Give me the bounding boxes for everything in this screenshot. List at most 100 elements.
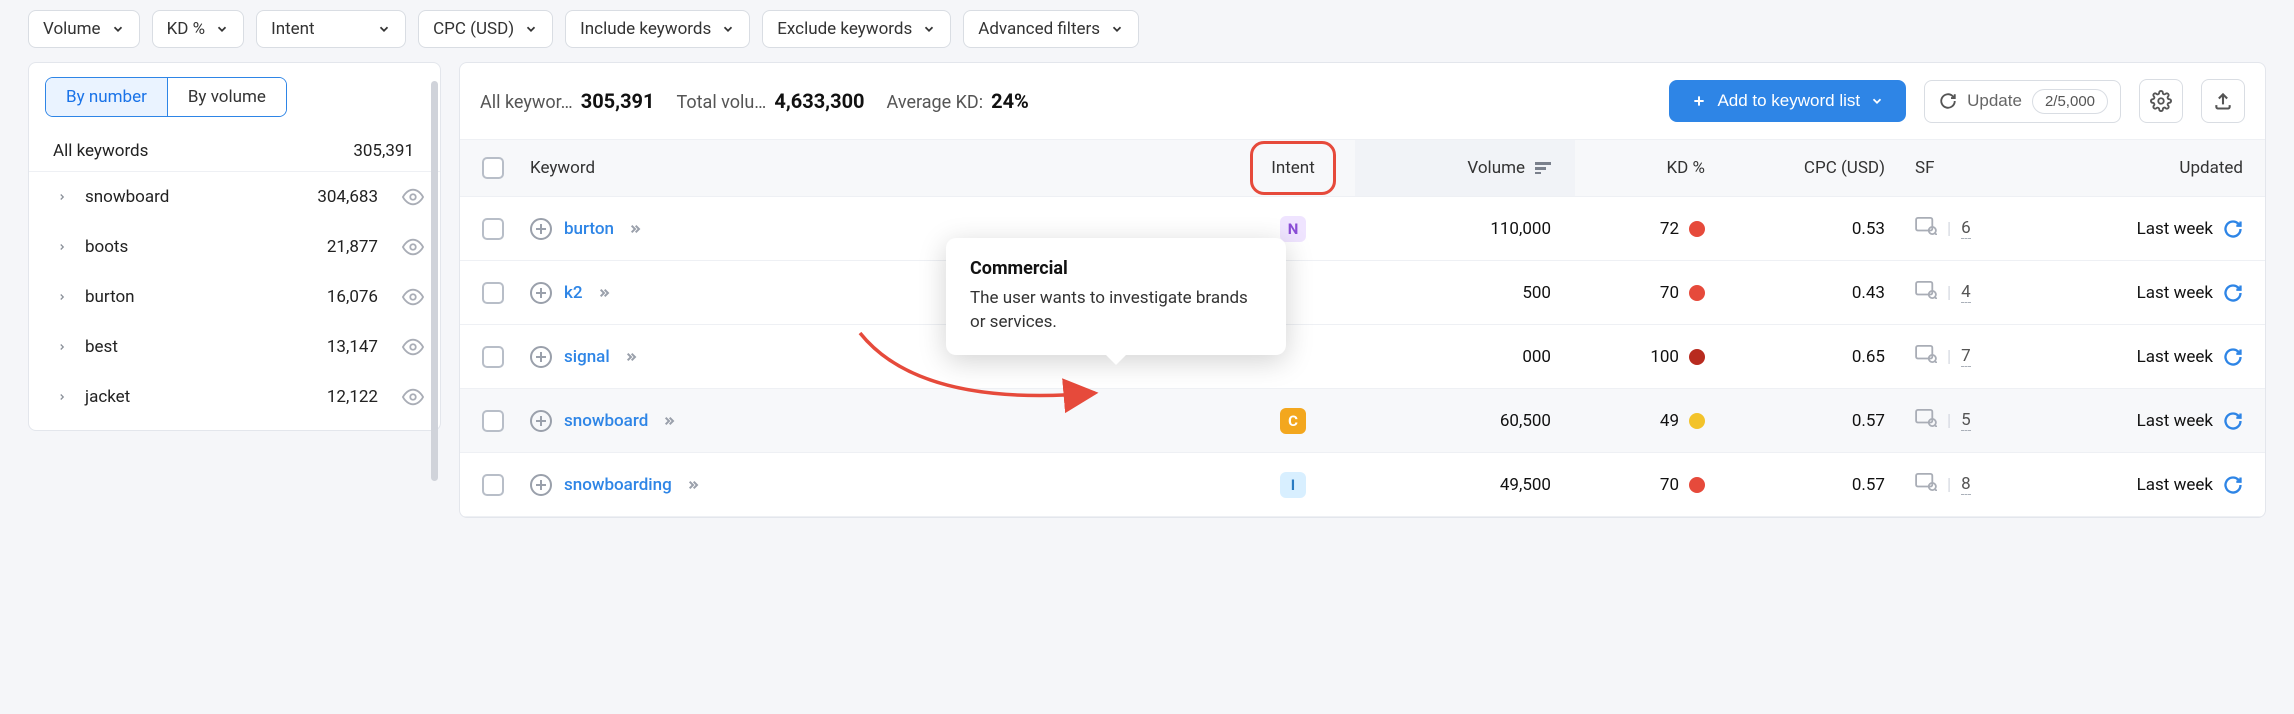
eye-icon[interactable] [402, 236, 424, 258]
serp-preview-icon[interactable] [1915, 281, 1937, 304]
filter-label: Volume [43, 19, 101, 39]
add-to-keyword-list-button[interactable]: Add to keyword list [1669, 80, 1906, 122]
select-all[interactable] [460, 157, 526, 179]
filter-label: CPC (USD) [433, 19, 514, 39]
col-intent[interactable]: Intent [1231, 141, 1355, 195]
eye-icon[interactable] [402, 286, 424, 308]
refresh-row-icon[interactable] [2223, 219, 2243, 239]
sf-count[interactable]: 7 [1961, 346, 1971, 367]
table-row: snowboarding I 49,500 70 0.57 | 8 Last w… [460, 453, 2265, 517]
settings-button[interactable] [2139, 79, 2183, 123]
refresh-row-icon[interactable] [2223, 475, 2243, 495]
filter-intent[interactable]: Intent [256, 10, 406, 48]
add-keyword-icon[interactable] [530, 346, 552, 368]
volume-cell: 000 [1355, 325, 1575, 388]
keyword-link[interactable]: burton [564, 219, 614, 239]
summary-stats: All keywor… 305,391 Total volu… 4,633,30… [480, 89, 1651, 113]
add-keyword-icon[interactable] [530, 218, 552, 240]
difficulty-dot-icon [1689, 349, 1705, 365]
intent-tooltip: Commercial The user wants to investigate… [946, 238, 1286, 355]
row-checkbox[interactable] [460, 346, 526, 368]
sidebar-item[interactable]: burton 16,076 [29, 272, 440, 322]
checkbox-icon [482, 218, 504, 240]
row-checkbox[interactable] [460, 282, 526, 304]
filter-exclude[interactable]: Exclude keywords [762, 10, 951, 48]
serp-preview-icon[interactable] [1915, 345, 1937, 368]
col-volume[interactable]: Volume [1355, 140, 1575, 196]
sf-count[interactable]: 4 [1961, 282, 1971, 303]
double-chevron-icon[interactable] [684, 477, 702, 493]
kd-cell: 70 [1575, 283, 1705, 303]
add-keyword-icon[interactable] [530, 474, 552, 496]
chevron-down-icon [1870, 94, 1884, 108]
filter-kd[interactable]: KD % [152, 10, 245, 48]
add-keyword-icon[interactable] [530, 282, 552, 304]
intent-badge[interactable]: C [1280, 408, 1306, 434]
intent-badge[interactable]: N [1280, 216, 1306, 242]
table-row: burton N 110,000 72 0.53 | 6 Last week [460, 197, 2265, 261]
refresh-row-icon[interactable] [2223, 411, 2243, 431]
sidebar-scrollbar[interactable] [431, 81, 438, 481]
chevron-right-icon [53, 290, 71, 304]
sidebar-item-label: jacket [85, 387, 284, 407]
double-chevron-icon[interactable] [622, 349, 640, 365]
double-chevron-icon[interactable] [595, 285, 613, 301]
row-checkbox[interactable] [460, 410, 526, 432]
updated-text: Last week [2137, 283, 2213, 303]
eye-icon[interactable] [402, 386, 424, 408]
filter-label: Exclude keywords [777, 19, 912, 39]
filter-advanced[interactable]: Advanced filters [963, 10, 1139, 48]
serp-preview-icon[interactable] [1915, 217, 1937, 240]
col-sf[interactable]: SF [1905, 158, 2035, 178]
row-checkbox[interactable] [460, 218, 526, 240]
sidebar-item-count: 16,076 [298, 287, 378, 307]
double-chevron-icon[interactable] [660, 413, 678, 429]
keyword-link[interactable]: signal [564, 347, 610, 367]
eye-icon[interactable] [402, 336, 424, 358]
seg-by-number[interactable]: By number [46, 78, 167, 116]
col-kd[interactable]: KD % [1575, 158, 1725, 178]
sf-count[interactable]: 5 [1961, 410, 1971, 431]
intent-badge[interactable]: I [1280, 472, 1306, 498]
sidebar-item[interactable]: best 13,147 [29, 322, 440, 372]
col-updated[interactable]: Updated [2035, 158, 2265, 178]
difficulty-dot-icon [1689, 221, 1705, 237]
chevron-right-icon [53, 240, 71, 254]
double-chevron-icon[interactable] [626, 221, 644, 237]
refresh-row-icon[interactable] [2223, 283, 2243, 303]
avg-kd-label: Average KD: [887, 92, 984, 113]
keyword-link[interactable]: snowboarding [564, 475, 672, 495]
sidebar-segment: By number By volume [45, 77, 287, 117]
table-row: signal 000 100 0.65 | 7 Last week [460, 325, 2265, 389]
update-label: Update [1967, 91, 2022, 111]
serp-preview-icon[interactable] [1915, 473, 1937, 496]
serp-preview-icon[interactable] [1915, 409, 1937, 432]
sf-count[interactable]: 8 [1961, 474, 1971, 495]
keyword-link[interactable]: snowboard [564, 411, 648, 431]
add-keyword-icon[interactable] [530, 410, 552, 432]
table-row: k2 500 70 0.43 | 4 Last week [460, 261, 2265, 325]
sidebar-item[interactable]: jacket 12,122 [29, 372, 440, 422]
cpc-cell: 0.43 [1725, 283, 1905, 303]
sidebar-item[interactable]: snowboard 304,683 [29, 172, 440, 222]
col-keyword[interactable]: Keyword [526, 158, 1231, 178]
filter-include[interactable]: Include keywords [565, 10, 750, 48]
seg-by-volume[interactable]: By volume [167, 78, 286, 116]
refresh-row-icon[interactable] [2223, 347, 2243, 367]
checkbox-icon [482, 157, 504, 179]
col-cpc[interactable]: CPC (USD) [1725, 158, 1905, 178]
sidebar-item[interactable]: boots 21,877 [29, 222, 440, 272]
difficulty-dot-icon [1689, 285, 1705, 301]
filter-volume[interactable]: Volume [28, 10, 140, 48]
filter-cpc[interactable]: CPC (USD) [418, 10, 553, 48]
row-checkbox[interactable] [460, 474, 526, 496]
all-keywords-label: All keywor… [480, 92, 573, 113]
difficulty-dot-icon [1689, 477, 1705, 493]
update-button[interactable]: Update 2/5,000 [1924, 80, 2121, 123]
kd-cell: 100 [1575, 347, 1705, 367]
sf-count[interactable]: 6 [1961, 218, 1971, 239]
keyword-link[interactable]: k2 [564, 283, 583, 303]
export-button[interactable] [2201, 79, 2245, 123]
refresh-icon [1939, 92, 1957, 110]
eye-icon[interactable] [402, 186, 424, 208]
